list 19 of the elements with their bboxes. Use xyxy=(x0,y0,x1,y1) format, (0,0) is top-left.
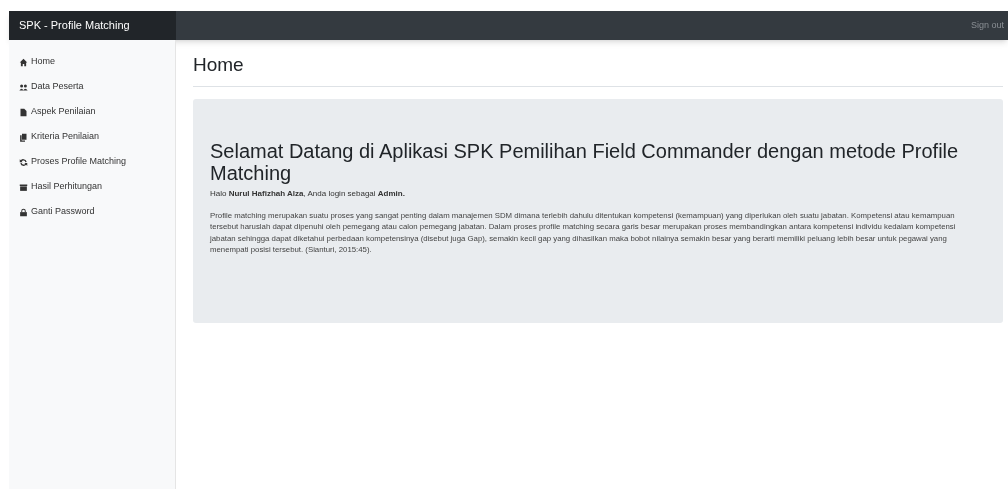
sidebar-link[interactable]: Kriteria Penilaian xyxy=(9,126,176,148)
home-icon xyxy=(19,57,28,67)
file-icon xyxy=(19,107,28,117)
sidebar-link[interactable]: Home xyxy=(9,51,176,73)
sidebar-link[interactable]: Hasil Perhitungan xyxy=(9,176,176,198)
copy-icon xyxy=(19,132,28,142)
greeting-text: Halo Nurul Hafizhah Alza, Anda login sebagai Admin. xyxy=(210,187,406,200)
sidebar-link[interactable]: Data Peserta xyxy=(9,76,176,98)
box-icon xyxy=(19,182,28,192)
welcome-heading: Selamat Datang di Aplikasi SPK Pemilihan Field Commander dengan metode Profile Matching xyxy=(210,139,960,184)
sidebar-link[interactable]: Proses Profile Matching xyxy=(9,151,176,173)
sidebar-link[interactable]: Aspek Penilaian xyxy=(9,101,176,123)
lock-icon xyxy=(19,207,28,217)
page-title: Home xyxy=(193,51,1003,87)
brand-title[interactable]: SPK - Profile Matching xyxy=(9,11,176,40)
refresh-icon xyxy=(19,157,28,167)
users-icon xyxy=(19,82,28,92)
sidebar-link[interactable]: Ganti Password xyxy=(9,201,176,223)
sign-out-link[interactable]: Sign out xyxy=(970,11,1008,40)
